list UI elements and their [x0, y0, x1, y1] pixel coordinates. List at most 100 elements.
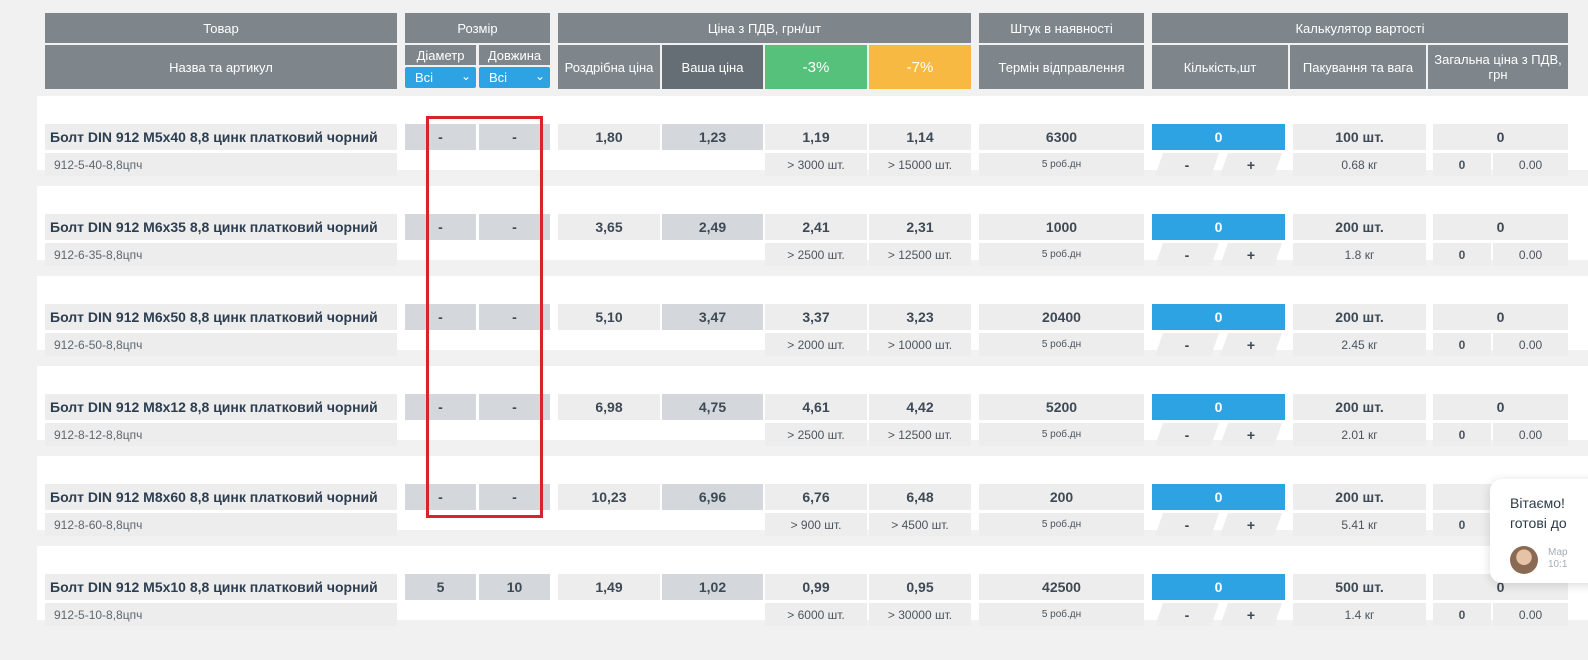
- decrease-button[interactable]: -: [1155, 603, 1219, 626]
- header-discount-7: -7%: [869, 45, 971, 89]
- retail-price: 10,23: [558, 484, 660, 510]
- increase-button[interactable]: +: [1220, 153, 1282, 176]
- quantity-input[interactable]: 0: [1152, 574, 1285, 600]
- shipping-time: 5 роб.дн: [979, 513, 1144, 536]
- price-discount-3: 0,99: [765, 574, 867, 600]
- decrease-button[interactable]: -: [1155, 153, 1219, 176]
- your-price: 1,02: [662, 574, 763, 600]
- increase-button[interactable]: +: [1220, 513, 1282, 536]
- total-count: 0: [1433, 333, 1491, 356]
- price-discount-3: 4,61: [765, 394, 867, 420]
- shipping-time: 5 роб.дн: [979, 423, 1144, 446]
- total-count: 0: [1433, 603, 1491, 626]
- header-discount-3: -3%: [765, 45, 867, 89]
- package-weight: 2.01 кг: [1293, 423, 1426, 446]
- package-size: 200 шт.: [1293, 304, 1426, 330]
- increase-button[interactable]: +: [1220, 333, 1282, 356]
- retail-price: 6,98: [558, 394, 660, 420]
- decrease-button[interactable]: -: [1155, 423, 1219, 446]
- price-discount-3: 1,19: [765, 124, 867, 150]
- stock-count: 5200: [979, 394, 1144, 420]
- package-weight: 2.45 кг: [1293, 333, 1426, 356]
- price-discount-7: 1,14: [869, 124, 971, 150]
- discount-7-min-qty: > 12500 шт.: [869, 423, 971, 446]
- price-discount-3: 2,41: [765, 214, 867, 240]
- increase-button[interactable]: +: [1220, 423, 1282, 446]
- header-calculator: Калькулятор вартості: [1152, 13, 1568, 43]
- discount-7-min-qty: > 4500 шт.: [869, 513, 971, 536]
- price-discount-7: 2,31: [869, 214, 971, 240]
- total-sum: 0.00: [1493, 243, 1568, 266]
- discount-7-min-qty: > 30000 шт.: [869, 603, 971, 626]
- total-price: 0: [1433, 304, 1568, 330]
- package-weight: 0.68 кг: [1293, 153, 1426, 176]
- retail-price: 1,49: [558, 574, 660, 600]
- discount-3-min-qty: > 3000 шт.: [765, 153, 867, 176]
- header-product: Товар: [45, 13, 397, 43]
- discount-3-min-qty: > 2500 шт.: [765, 243, 867, 266]
- header-packaging: Пакування та вага: [1290, 45, 1426, 89]
- header-price: Ціна з ПДВ, грн/шт: [558, 13, 971, 43]
- total-price: 0: [1433, 124, 1568, 150]
- package-size: 500 шт.: [1293, 574, 1426, 600]
- price-discount-3: 6,76: [765, 484, 867, 510]
- quantity-input[interactable]: 0: [1152, 124, 1285, 150]
- quantity-input[interactable]: 0: [1152, 394, 1285, 420]
- package-size: 100 шт.: [1293, 124, 1426, 150]
- package-size: 200 шт.: [1293, 484, 1426, 510]
- shipping-time: 5 роб.дн: [979, 243, 1144, 266]
- your-price: 1,23: [662, 124, 763, 150]
- header-total-price: Загальна ціна з ПДВ, грн: [1428, 45, 1568, 89]
- header-diameter: Діаметр: [405, 45, 476, 65]
- decrease-button[interactable]: -: [1155, 333, 1219, 356]
- total-count: 0: [1433, 423, 1491, 446]
- increase-button[interactable]: +: [1220, 603, 1282, 626]
- product-article: 912-6-50-8,8цпч: [45, 333, 397, 356]
- price-discount-7: 6,48: [869, 484, 971, 510]
- package-weight: 1.8 кг: [1293, 243, 1426, 266]
- quantity-input[interactable]: 0: [1152, 214, 1285, 240]
- shipping-time: 5 роб.дн: [979, 333, 1144, 356]
- chevron-down-icon: ⌄: [460, 69, 471, 83]
- your-price: 2,49: [662, 214, 763, 240]
- total-count: 0: [1433, 153, 1491, 176]
- discount-3-min-qty: > 900 шт.: [765, 513, 867, 536]
- retail-price: 1,80: [558, 124, 660, 150]
- length-filter-select[interactable]: Всі ⌄: [479, 67, 550, 88]
- chat-widget[interactable]: Вітаємо! готові до Мар 10:1: [1490, 479, 1588, 583]
- package-size: 200 шт.: [1293, 394, 1426, 420]
- product-article: 912-5-10-8,8цпч: [45, 603, 397, 626]
- product-name: Болт DIN 912 M8х60 8,8 цинк платковий чо…: [45, 484, 397, 510]
- size-columns-highlight: [426, 116, 543, 518]
- diameter-value: 5: [405, 574, 476, 600]
- header-quantity: Кількість,шт: [1152, 45, 1288, 89]
- product-article: 912-6-35-8,8цпч: [45, 243, 397, 266]
- header-name-article: Назва та артикул: [45, 45, 397, 89]
- discount-3-min-qty: > 2500 шт.: [765, 423, 867, 446]
- stock-count: 1000: [979, 214, 1144, 240]
- chat-message: готові до: [1510, 515, 1567, 531]
- diameter-filter-select[interactable]: Всі ⌄: [405, 67, 476, 88]
- quantity-input[interactable]: 0: [1152, 484, 1285, 510]
- discount-7-min-qty: > 12500 шт.: [869, 243, 971, 266]
- product-name: Болт DIN 912 M5х40 8,8 цинк платковий чо…: [45, 124, 397, 150]
- your-price: 3,47: [662, 304, 763, 330]
- quantity-input[interactable]: 0: [1152, 304, 1285, 330]
- discount-3-min-qty: > 6000 шт.: [765, 603, 867, 626]
- agent-avatar: [1510, 546, 1538, 574]
- total-count: 0: [1433, 513, 1491, 536]
- header-shipping-time: Термін відправлення: [979, 45, 1144, 89]
- diameter-filter-value: Всі: [415, 70, 434, 85]
- discount-7-min-qty: > 10000 шт.: [869, 333, 971, 356]
- total-sum: 0.00: [1493, 603, 1568, 626]
- decrease-button[interactable]: -: [1155, 513, 1219, 536]
- package-size: 200 шт.: [1293, 214, 1426, 240]
- decrease-button[interactable]: -: [1155, 243, 1219, 266]
- price-discount-7: 0,95: [869, 574, 971, 600]
- retail-price: 3,65: [558, 214, 660, 240]
- increase-button[interactable]: +: [1220, 243, 1282, 266]
- your-price: 6,96: [662, 484, 763, 510]
- stock-count: 42500: [979, 574, 1144, 600]
- shipping-time: 5 роб.дн: [979, 603, 1144, 626]
- header-length: Довжина: [479, 45, 550, 65]
